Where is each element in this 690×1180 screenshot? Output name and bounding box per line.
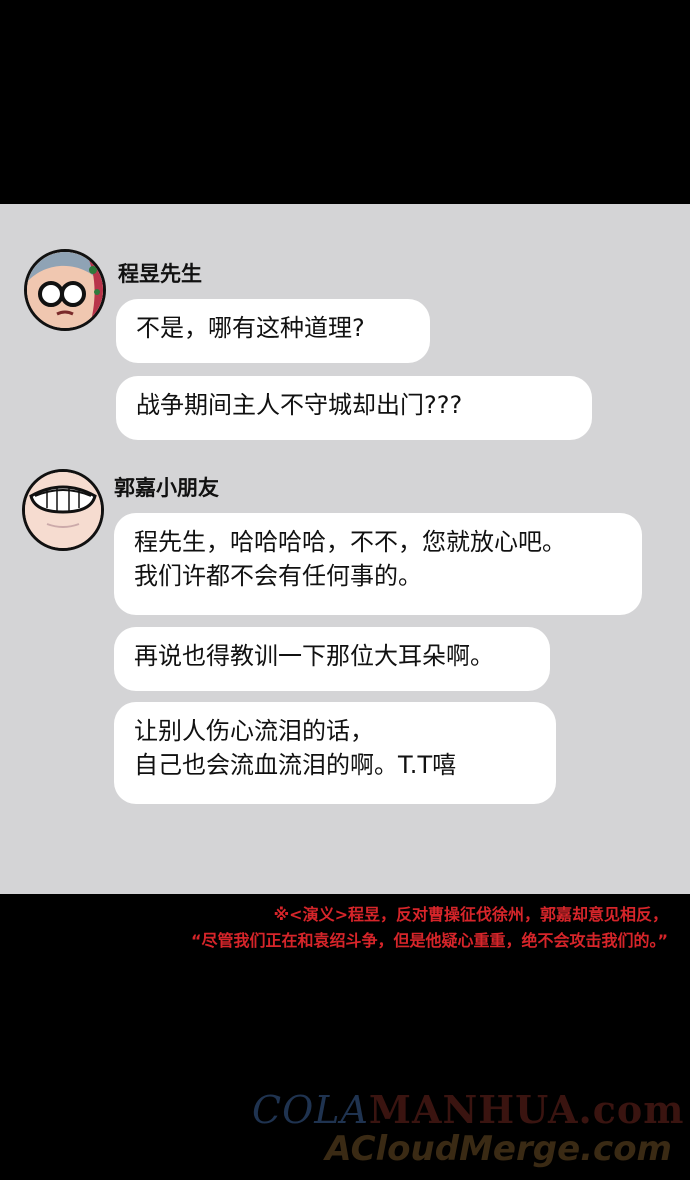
- cheng-yu-avatar-icon: [27, 252, 103, 328]
- message-bubble: 让别人伤心流泪的话， 自己也会流血流泪的啊。T.T嘻: [114, 702, 556, 804]
- footnote-line: ※<演义>程昱，反对曹操征伐徐州，郭嘉却意见相反，: [273, 905, 668, 924]
- watermark-manhua: MANHUA: [368, 1087, 579, 1132]
- watermark-logo: COLAMANHUA.com: [252, 1087, 683, 1132]
- message-text: 我们许都不会有任何事的。: [134, 562, 422, 590]
- watermark-cola: COLA: [252, 1088, 369, 1132]
- message-bubble: 不是，哪有这种道理?: [116, 299, 430, 363]
- message-text: 再说也得教训一下那位大耳朵啊。: [134, 642, 494, 670]
- message-bubble: 程先生，哈哈哈哈，不不，您就放心吧。 我们许都不会有任何事的。: [114, 513, 642, 615]
- cheng-yu-avatar: [24, 249, 106, 331]
- guo-jia-avatar: [22, 469, 104, 551]
- guo-jia-name: 郭嘉小朋友: [114, 476, 219, 500]
- message-bubble: 再说也得教训一下那位大耳朵啊。: [114, 627, 550, 691]
- watermark-dotcom: .com: [578, 1087, 685, 1132]
- watermark-acloudmerge: ACloudMerge.com: [325, 1129, 672, 1169]
- footnote-line: “尽管我们正在和袁绍斗争，但是他疑心重重，绝不会攻击我们的。”: [190, 931, 668, 950]
- footnote: ※<演义>程昱，反对曹操征伐徐州，郭嘉却意见相反， “尽管我们正在和袁绍斗争，但…: [8, 902, 668, 954]
- watermark: COLAMANHUA.com ACloudMerge.com: [252, 1087, 683, 1169]
- message-text: 不是，哪有这种道理?: [136, 314, 365, 342]
- message-bubble: 战争期间主人不守城却出门???: [116, 376, 592, 440]
- cheng-yu-name: 程昱先生: [118, 262, 202, 286]
- message-text: 让别人伤心流泪的话，: [134, 717, 374, 745]
- message-text: 程先生，哈哈哈哈，不不，您就放心吧。: [134, 528, 566, 556]
- guo-jia-avatar-icon: [25, 472, 101, 548]
- message-text: 自己也会流血流泪的啊。T.T嘻: [134, 751, 457, 779]
- top-black-area: [0, 0, 690, 204]
- message-text: 战争期间主人不守城却出门???: [136, 391, 463, 419]
